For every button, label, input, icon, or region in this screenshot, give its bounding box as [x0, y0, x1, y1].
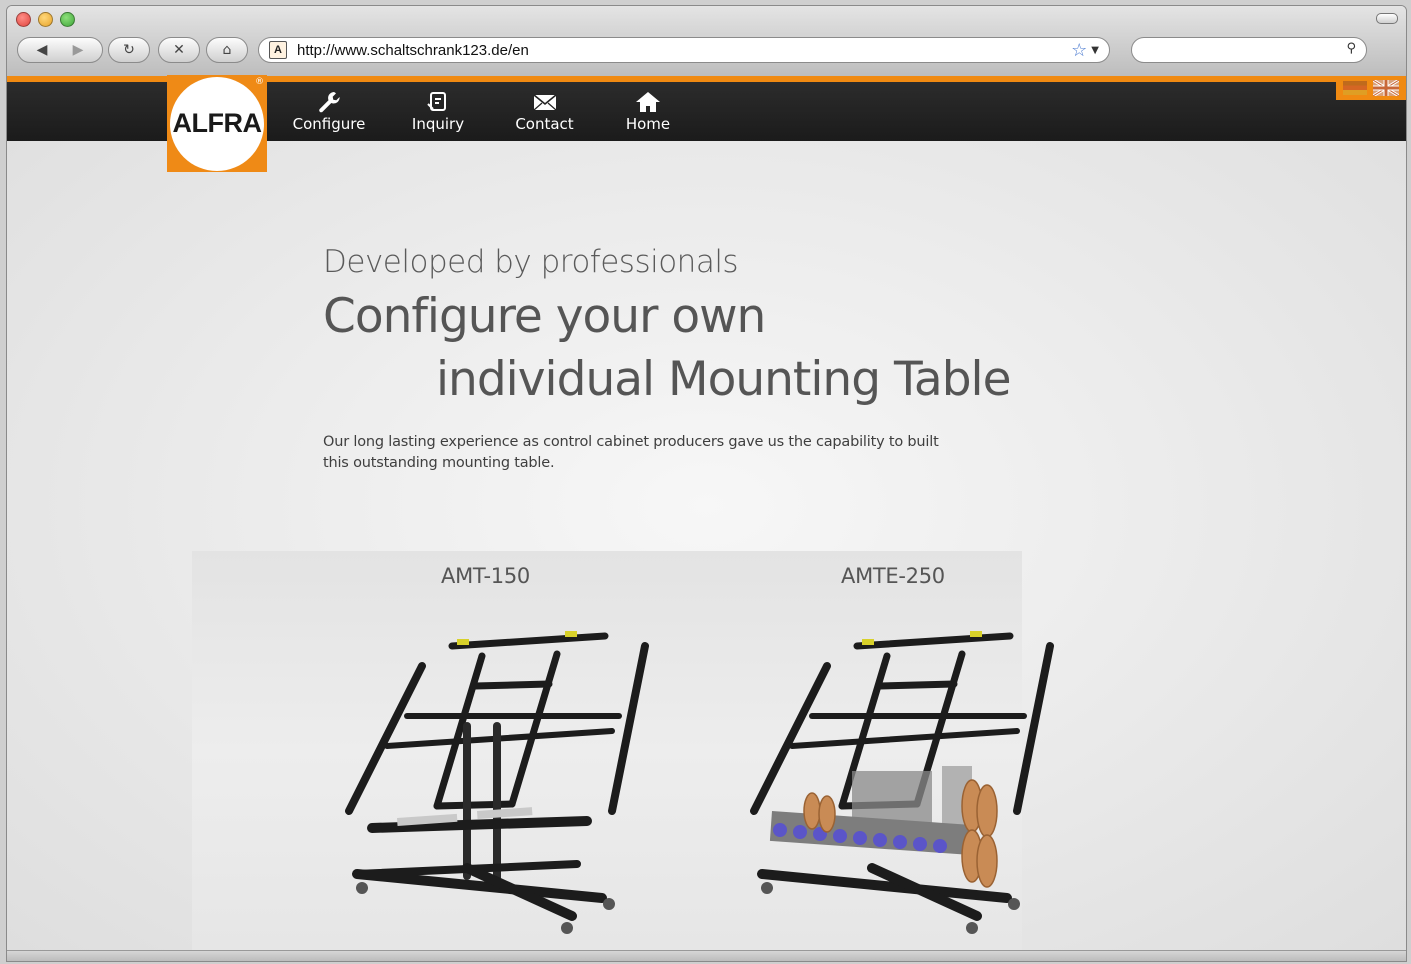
- url-input[interactable]: [295, 40, 1039, 60]
- zoom-window-button[interactable]: [60, 12, 75, 27]
- nav-item-inquiry[interactable]: Inquiry: [403, 90, 473, 140]
- inquiry-icon: [427, 92, 446, 111]
- logo-text: ALFRA: [172, 108, 262, 138]
- nav-label: Inquiry: [411, 115, 465, 133]
- house-icon: [636, 92, 660, 112]
- address-bar[interactable]: A ☆ ▼: [258, 37, 1110, 63]
- product-title-amte-250[interactable]: AMTE-250: [841, 564, 945, 588]
- site-favicon-icon: A: [269, 41, 287, 59]
- german-flag-icon[interactable]: [1343, 81, 1367, 95]
- product-title-amt-150[interactable]: AMT-150: [441, 564, 530, 588]
- product-image-amt-150[interactable]: [327, 606, 657, 946]
- nav-label: Home: [625, 115, 671, 133]
- nav-item-configure[interactable]: Configure: [289, 90, 369, 140]
- hero-title-line2: individual Mounting Table: [436, 352, 1012, 407]
- nav-label: Contact: [515, 115, 574, 133]
- browser-window: ◀ ▶ ↻ ✕ ⌂ A ☆ ▼ ⚲ ALFRA ® Configure: [6, 5, 1407, 962]
- language-switcher: [1336, 76, 1406, 100]
- uk-flag-icon[interactable]: [1373, 80, 1399, 96]
- envelope-icon: [532, 94, 557, 111]
- browser-toolbar: ◀ ▶ ↻ ✕ ⌂ A ☆ ▼ ⚲: [7, 6, 1406, 77]
- hero-kicker: Developed by professionals: [323, 244, 739, 280]
- stop-button[interactable]: ✕: [158, 37, 200, 63]
- nav-item-home[interactable]: Home: [613, 90, 683, 140]
- back-forward-group: ◀ ▶: [17, 37, 103, 63]
- logo-registered-mark: ®: [255, 77, 264, 87]
- nav-label: Configure: [292, 115, 366, 133]
- alfra-logo[interactable]: ALFRA ®: [167, 75, 267, 172]
- bookmark-star-icon[interactable]: ☆: [1071, 40, 1087, 61]
- nav-item-contact[interactable]: Contact: [507, 90, 582, 140]
- close-window-button[interactable]: [16, 12, 31, 27]
- toolbar-toggle-button[interactable]: [1376, 13, 1398, 24]
- hero-description: Our long lasting experience as control c…: [323, 434, 939, 471]
- browser-statusbar: [7, 950, 1406, 961]
- home-button[interactable]: ⌂: [206, 37, 248, 63]
- search-icon: ⚲: [1346, 41, 1356, 56]
- search-input[interactable]: ⚲: [1131, 37, 1367, 63]
- product-image-amte-250[interactable]: [732, 606, 1062, 946]
- forward-button[interactable]: ▶: [60, 42, 96, 58]
- wrench-icon: [319, 92, 340, 113]
- back-button[interactable]: ◀: [24, 42, 60, 58]
- hero-title-line1: Configure your own: [323, 289, 766, 344]
- url-history-dropdown-icon[interactable]: ▼: [1091, 45, 1099, 56]
- reload-button[interactable]: ↻: [108, 37, 150, 63]
- logo-circle: ALFRA: [170, 76, 264, 171]
- minimize-window-button[interactable]: [38, 12, 53, 27]
